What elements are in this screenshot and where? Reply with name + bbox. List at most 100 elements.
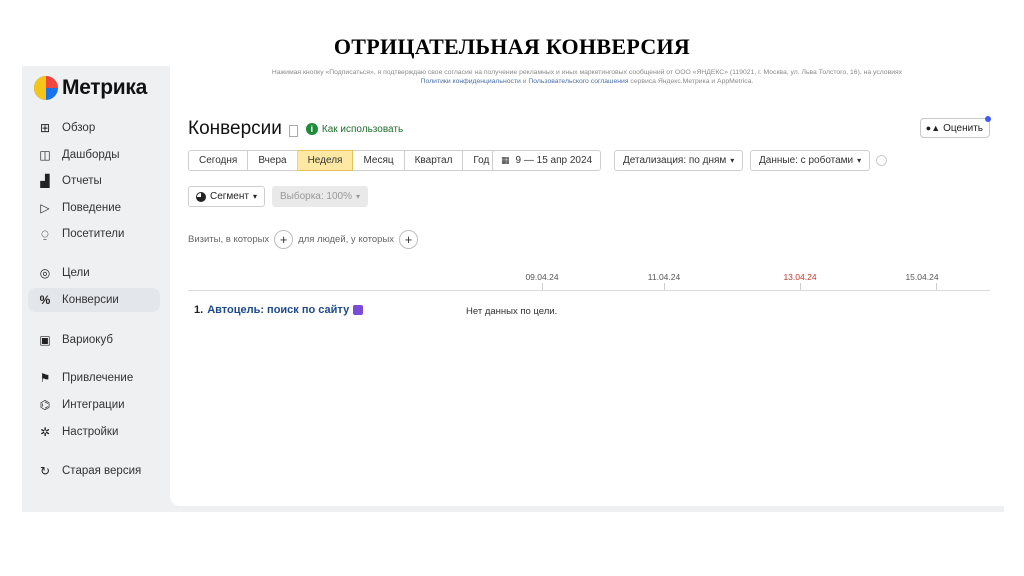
no-data-message: Нет данных по цели.	[466, 306, 558, 317]
percent-icon: %	[39, 293, 51, 307]
sidebar: Метрика ⊞ Обзор ◫ Дашборды ▟ Отчеты ▷ По…	[22, 66, 170, 512]
sidebar-item-label: Настройки	[62, 426, 119, 438]
consent-text: Нажимая кнопку «Подписаться», я подтверж…	[271, 69, 903, 76]
robots-dropdown[interactable]: Данные: с роботами ▾	[750, 150, 871, 171]
main-panel: Нажимая кнопку «Подписаться», я подтверж…	[170, 66, 1004, 506]
sidebar-item-label: Привлечение	[62, 372, 134, 384]
sidebar-item-label: Поведение	[62, 202, 122, 214]
rate-button[interactable]: ●▲ Оценить	[919, 116, 991, 138]
page-title: Конверсии	[188, 118, 282, 139]
date-range-picker[interactable]: ▦ 9 — 15 апр 2024	[492, 150, 602, 171]
period-week[interactable]: Неделя	[297, 150, 354, 171]
play-icon: ▷	[40, 201, 50, 215]
person-walk-icon: ⚑	[39, 371, 51, 385]
timeline-axis	[188, 290, 990, 291]
detail-label: Детализация: по дням	[623, 155, 727, 166]
segment-label: Сегмент	[210, 191, 249, 202]
dashboard-icon: ◫	[39, 148, 51, 162]
feedback-icon: ●▲	[925, 123, 941, 133]
metrika-screenshot: Метрика ⊞ Обзор ◫ Дашборды ▟ Отчеты ▷ По…	[22, 66, 1004, 512]
goal-name-link[interactable]: Автоцель: поиск по сайту	[207, 304, 349, 316]
page-header: Конверсии i Как использовать	[188, 118, 403, 140]
sidebar-item-visitors[interactable]: ⍜ Посетители	[28, 222, 160, 246]
sidebar-item-label: Конверсии	[62, 294, 119, 306]
chevron-down-icon: ▾	[356, 192, 361, 201]
bar-chart-icon: ▟	[40, 174, 50, 188]
rate-button-label: Оценить	[943, 122, 983, 134]
goal-row: 1. Автоцель: поиск по сайту	[194, 304, 364, 316]
sidebar-item-settings[interactable]: ✲ Настройки	[28, 420, 160, 444]
sidebar-item-dashboards[interactable]: ◫ Дашборды	[28, 143, 160, 167]
sidebar-item-label: Обзор	[62, 122, 96, 134]
axis-date: 15.04.24	[905, 272, 939, 282]
sidebar-item-label: Вариокуб	[62, 334, 113, 346]
sidebar-item-old-version[interactable]: ↻ Старая версия	[28, 459, 160, 483]
grid-icon: ⊞	[39, 121, 51, 135]
axis-tick	[664, 283, 665, 290]
date-range-label: 9 — 15 апр 2024	[515, 155, 593, 166]
axis-tick	[936, 283, 937, 290]
target-icon: ◎	[39, 266, 51, 280]
visits-prefix: Визиты, в которых	[188, 234, 270, 245]
notification-dot	[985, 116, 991, 122]
add-user-condition-button[interactable]: +	[399, 230, 419, 249]
sidebar-item-behavior[interactable]: ▷ Поведение	[28, 196, 160, 220]
goal-number: 1.	[194, 304, 204, 316]
bookmark-icon[interactable]	[288, 124, 298, 137]
consent-banner: Нажимая кнопку «Подписаться», я подтверж…	[170, 68, 1004, 86]
axis-date: 09.04.24	[525, 272, 559, 282]
refresh-icon: ↻	[39, 464, 51, 478]
visits-filter-row: Визиты, в которых + для людей, у которых…	[188, 230, 423, 249]
calendar-icon: ▦	[501, 155, 510, 165]
sidebar-item-label: Старая версия	[62, 465, 142, 477]
sidebar-item-reports[interactable]: ▟ Отчеты	[28, 169, 160, 193]
user-icon: ⍜	[41, 226, 49, 241]
info-icon: i	[305, 123, 318, 135]
sidebar-item-label: Цели	[62, 267, 90, 279]
period-today[interactable]: Сегодня	[188, 150, 249, 171]
plug-icon: ⌬	[39, 398, 51, 412]
how-to-use-link[interactable]: Как использовать	[322, 124, 403, 135]
terms-link[interactable]: Пользовательского соглашения	[528, 78, 628, 85]
logo-text: Метрика	[62, 76, 148, 99]
sidebar-item-conversions[interactable]: % Конверсии	[28, 288, 160, 312]
chevron-down-icon: ▾	[857, 156, 862, 165]
sidebar-item-label: Дашборды	[62, 149, 120, 161]
sidebar-item-label: Интеграции	[62, 399, 125, 411]
autogoal-icon	[353, 305, 364, 315]
chevron-down-icon: ▾	[252, 192, 257, 201]
sidebar-item-acquisition[interactable]: ⚑ Привлечение	[28, 366, 160, 390]
segment-button[interactable]: Сегмент ▾	[188, 186, 265, 207]
period-yesterday[interactable]: Вчера	[248, 150, 298, 171]
sample-dropdown[interactable]: Выборка: 100% ▾	[272, 186, 369, 207]
period-quarter[interactable]: Квартал	[404, 150, 464, 171]
robots-label: Данные: с роботами	[759, 155, 854, 166]
axis-date: 11.04.24	[647, 272, 681, 282]
add-visit-condition-button[interactable]: +	[274, 230, 294, 249]
sidebar-item-integrations[interactable]: ⌬ Интеграции	[28, 393, 160, 417]
sidebar-item-label: Посетители	[62, 228, 125, 240]
axis-tick	[800, 283, 801, 290]
sidebar-item-variocube[interactable]: ▣ Вариокуб	[28, 328, 160, 352]
sidebar-item-goals[interactable]: ◎ Цели	[28, 261, 160, 285]
slide-title: ОТРИЦАТЕЛЬНАЯ КОНВЕРСИЯ	[333, 34, 691, 59]
pie-icon	[196, 191, 206, 202]
cube-icon: ▣	[39, 333, 51, 347]
period-selector: Сегодня Вчера Неделя Месяц Квартал Год	[188, 150, 501, 171]
sidebar-item-overview[interactable]: ⊞ Обзор	[28, 116, 160, 140]
consent-tail: сервиса Яндекс.Метрика и AppMetrica.	[630, 78, 754, 85]
gear-icon: ✲	[39, 425, 51, 439]
consent-and: и	[522, 78, 527, 85]
detail-dropdown[interactable]: Детализация: по дням ▾	[614, 150, 744, 171]
axis-tick	[542, 283, 543, 290]
sample-label: Выборка: 100%	[280, 191, 352, 202]
sidebar-item-label: Отчеты	[62, 175, 102, 187]
visits-middle: для людей, у которых	[298, 234, 395, 245]
chevron-down-icon: ▾	[730, 156, 735, 165]
period-month[interactable]: Месяц	[353, 150, 405, 171]
axis-date: 13.04.24	[783, 272, 817, 282]
help-icon[interactable]	[876, 155, 887, 166]
logo[interactable]: Метрика	[34, 76, 147, 100]
metrika-logo-icon	[34, 76, 58, 100]
privacy-policy-link[interactable]: Политики конфиденциальности	[421, 78, 521, 85]
